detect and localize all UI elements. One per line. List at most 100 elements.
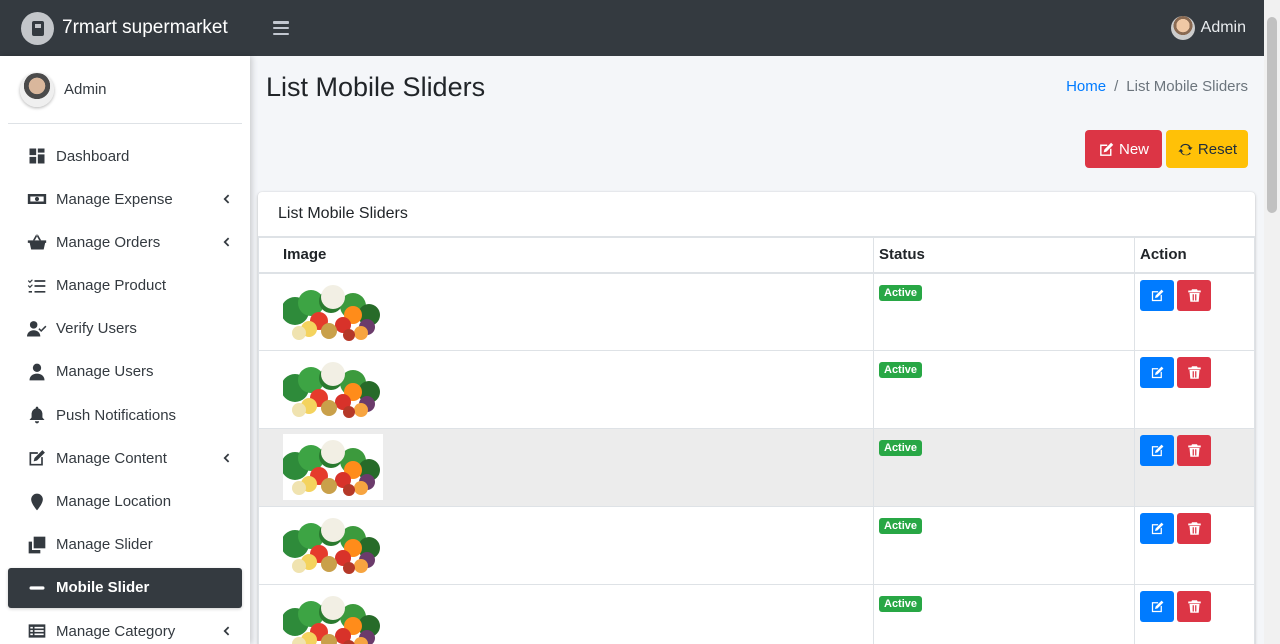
image-cell [258, 506, 874, 585]
sidebar-item-mobile-slider[interactable]: Mobile Slider [8, 567, 242, 608]
minus-icon [26, 577, 48, 599]
status-badge[interactable]: Active [879, 362, 923, 378]
sidebar-item-label: Manage Expense [56, 190, 173, 208]
list-icon [26, 620, 48, 642]
avatar [20, 72, 54, 107]
scrollbar-thumb[interactable] [1267, 17, 1277, 213]
table-row: Active [258, 584, 1255, 644]
edit-icon [1150, 599, 1165, 614]
user-check-icon [26, 318, 48, 340]
card-title: List Mobile Sliders [258, 192, 1255, 237]
sidebar-item-manage-content[interactable]: Manage Content [8, 438, 242, 478]
sidebar-item-manage-slider[interactable]: Manage Slider [8, 525, 242, 565]
reset-button[interactable]: Reset [1166, 130, 1248, 168]
dashboard-icon [26, 145, 48, 167]
sidebar-item-dashboard[interactable]: Dashboard [8, 136, 242, 176]
edit-icon [1150, 521, 1165, 536]
sidebar-item-label: Manage Content [56, 449, 167, 467]
sidebar-user-panel[interactable]: Admin [8, 56, 242, 124]
new-button-label: New [1118, 140, 1149, 158]
sidebar-item-manage-location[interactable]: Manage Location [8, 482, 242, 522]
sidebar-item-verify-users[interactable]: Verify Users [8, 309, 242, 349]
edit-icon [1100, 142, 1114, 156]
delete-button[interactable] [1177, 357, 1211, 388]
sidebar-item-label: Verify Users [56, 320, 137, 338]
chevron-left-icon [220, 624, 232, 636]
sidebar-item-manage-expense[interactable]: Manage Expense [8, 179, 242, 219]
user-menu[interactable]: Admin [1170, 16, 1246, 40]
trash-icon [1187, 521, 1202, 536]
page-title: List Mobile Sliders [266, 72, 486, 102]
edit-icon [26, 447, 48, 469]
edit-button[interactable] [1140, 435, 1174, 466]
edit-button[interactable] [1140, 357, 1174, 388]
slider-image [283, 512, 383, 578]
trash-icon [1187, 288, 1202, 303]
sidebar-item-label: Manage Product [56, 277, 167, 295]
sidebar-item-label: Push Notifications [56, 406, 177, 424]
delete-button[interactable] [1177, 279, 1211, 311]
status-badge[interactable]: Active [879, 440, 923, 456]
breadcrumb-current: List Mobile Sliders [1126, 78, 1248, 95]
sidebar-item-manage-orders[interactable]: Manage Orders [8, 222, 242, 262]
edit-button[interactable] [1140, 513, 1174, 544]
page-scrollbar[interactable] [1264, 0, 1280, 644]
sidebar: Admin Dashboard Manage Expense Manage Orde… [0, 56, 250, 644]
slider-image [283, 356, 383, 422]
brand-text: 7rmart supermarket [62, 17, 228, 38]
edit-button[interactable] [1140, 591, 1174, 622]
status-cell: Active [873, 350, 1135, 429]
table-header-row: Image Status Action [258, 237, 1255, 274]
sidebar-item-manage-users[interactable]: Manage Users [8, 352, 242, 392]
breadcrumb-home-link[interactable]: Home [1066, 78, 1106, 95]
breadcrumb: Home / List Mobile Sliders [1066, 78, 1248, 95]
status-badge[interactable]: Active [879, 284, 923, 301]
delete-button[interactable] [1177, 513, 1211, 544]
sliders-table: Image Status Action Active Active Active Ac… [258, 237, 1255, 644]
money-bill-icon [26, 188, 48, 210]
clone-icon [26, 534, 48, 556]
new-button[interactable]: New [1085, 130, 1162, 168]
action-cell [1134, 272, 1255, 351]
avatar [1170, 16, 1195, 40]
brand-logo-icon [21, 11, 54, 45]
image-cell [258, 428, 874, 507]
chevron-left-icon [220, 192, 232, 204]
sidebar-item-label: Manage Category [56, 622, 176, 640]
status-badge[interactable]: Active [879, 596, 923, 612]
tasks-icon [26, 275, 48, 297]
status-cell: Active [873, 272, 1135, 351]
sidebar-item-manage-category[interactable]: Manage Category [8, 611, 242, 644]
sliders-card: List Mobile Sliders Image Status Action … [258, 192, 1255, 644]
image-cell [258, 584, 874, 644]
column-header-action: Action [1134, 237, 1255, 274]
sidebar-item-label: Manage Location [56, 493, 172, 510]
user-icon [26, 361, 48, 383]
table-row: Active [258, 350, 1255, 429]
trash-icon [1187, 365, 1202, 380]
sidebar-item-manage-product[interactable]: Manage Product [8, 266, 242, 306]
column-header-status: Status [873, 237, 1135, 274]
edit-button[interactable] [1140, 279, 1174, 311]
image-cell [258, 272, 874, 351]
top-navbar: 7rmart supermarket Admin [0, 0, 1264, 56]
delete-button[interactable] [1177, 591, 1211, 622]
delete-button[interactable] [1177, 435, 1211, 466]
status-badge[interactable]: Active [879, 518, 923, 534]
status-cell: Active [873, 428, 1135, 507]
image-cell [258, 350, 874, 429]
menu-toggle-icon[interactable] [273, 19, 289, 37]
column-header-image: Image [258, 237, 874, 274]
sidebar-item-label: Mobile Slider [56, 579, 150, 597]
slider-image [283, 434, 383, 500]
slider-image [283, 278, 383, 345]
sidebar-item-label: Manage Slider [56, 536, 153, 554]
bell-icon [26, 404, 48, 426]
sidebar-item-label: Manage Orders [56, 233, 161, 251]
table-row: Active [258, 506, 1255, 585]
brand-link[interactable]: 7rmart supermarket [0, 0, 250, 56]
sidebar-item-push-notifications[interactable]: Push Notifications [8, 395, 242, 435]
edit-icon [1150, 288, 1165, 303]
status-cell: Active [873, 506, 1135, 585]
map-marker-icon [26, 491, 48, 513]
